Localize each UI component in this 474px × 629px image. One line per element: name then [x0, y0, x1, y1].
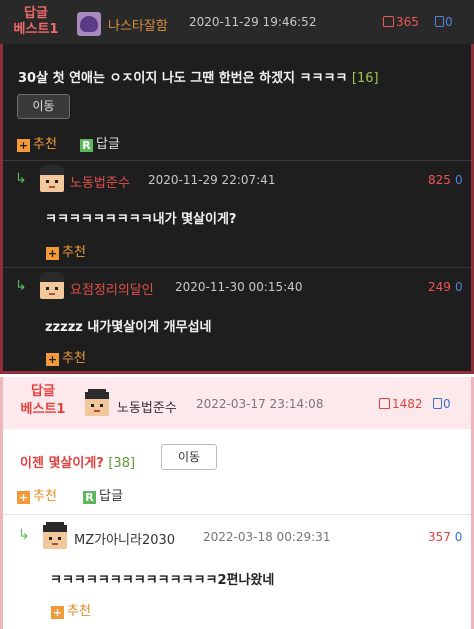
reply-label: 답글	[99, 489, 123, 504]
recommend-label: 추천	[33, 489, 57, 504]
dark-post-screenshot: 답글 베스트1 나스타잘함 2020-11-29 19:46:52 365 0 …	[0, 0, 474, 374]
thumbs-up-icon	[379, 398, 390, 409]
comment-score: 249	[428, 280, 451, 294]
comment-score: 825	[428, 173, 451, 187]
comment-text: ㅋㅋㅋㅋㅋㅋㅋㅋㅋ내가 몇살이게?	[45, 212, 237, 227]
divider	[3, 514, 471, 515]
upvote-value: 365	[396, 15, 419, 29]
post-title-text: 30살 첫 연애는 ㅇㅈ이지 나도 그땐 한번은 하겠지 ㅋㅋㅋㅋ	[18, 71, 348, 86]
recommend-plus-icon: +	[46, 353, 59, 366]
pixel-face-avatar-icon[interactable]	[40, 165, 64, 192]
best-border-bottom	[0, 371, 474, 374]
thumbs-up-icon	[383, 16, 394, 27]
recommend-plus-icon: +	[51, 606, 64, 619]
post-author[interactable]: 노동법준수	[117, 397, 177, 416]
best-reply-badge: 답글 베스트1	[13, 383, 73, 419]
reply-arrow-icon: ↳	[15, 278, 27, 294]
comment-text: zzzzz 내가몇살이게 개무섭네	[45, 320, 212, 335]
recommend-label: 추천	[62, 351, 86, 366]
downvote-value: 0	[445, 15, 453, 29]
best-badge-line1: 답글	[24, 6, 48, 21]
divider	[3, 160, 471, 161]
recommend-label: 추천	[33, 137, 57, 152]
best-badge-line2: 베스트1	[13, 22, 59, 37]
recommend-plus-icon: +	[46, 247, 59, 260]
downvote-value: 0	[443, 397, 451, 411]
reply-button[interactable]: R 답글	[83, 485, 123, 504]
recommend-label: 추천	[62, 245, 86, 260]
pixel-face-avatar-icon[interactable]	[85, 389, 109, 416]
post-title: 이젠 몇살이게? [38]	[20, 452, 135, 471]
comment-down: 0	[455, 280, 463, 294]
post-title-text: 이젠 몇살이게?	[20, 456, 104, 471]
pixel-face-avatar-icon[interactable]	[40, 272, 64, 299]
comment-count[interactable]: [16]	[352, 71, 379, 86]
comment-author[interactable]: 요점정리의달인	[70, 279, 154, 298]
post-date: 2020-11-29 19:46:52	[189, 15, 317, 29]
comment-recommend-button[interactable]: + 추천	[51, 600, 91, 619]
pixel-face-avatar-icon[interactable]	[43, 522, 67, 549]
upvote-count[interactable]: 1482	[379, 397, 423, 411]
comment-score-value: 357	[428, 530, 451, 544]
comment-down: 0	[455, 173, 463, 187]
best-reply-badge: 답글 베스트1	[10, 6, 62, 38]
comment-author[interactable]: 노동법준수	[70, 172, 130, 191]
comment-date: 2020-11-29 22:07:41	[148, 173, 276, 187]
comment-text: ㅋㅋㅋㅋㅋㅋㅋㅋㅋㅋㅋㅋㅋㅋ2편나왔네	[50, 573, 275, 588]
reply-label: 답글	[96, 137, 120, 152]
best-border-left	[0, 44, 3, 374]
best-badge-line2: 베스트1	[20, 402, 66, 417]
comment-count[interactable]: [38]	[108, 456, 135, 471]
comment-date: 2020-11-30 00:15:40	[175, 280, 303, 294]
reply-r-icon: R	[83, 491, 96, 504]
divider	[3, 267, 471, 268]
comment-recommend-button[interactable]: + 추천	[46, 241, 86, 260]
reply-button[interactable]: R 답글	[80, 133, 120, 152]
recommend-button[interactable]: + 추천	[17, 485, 57, 504]
post-header: 답글 베스트1 나스타잘함 2020-11-29 19:46:52 365 0	[0, 0, 474, 44]
upvote-count[interactable]: 365	[383, 15, 419, 29]
recommend-plus-icon: +	[17, 491, 30, 504]
reply-arrow-icon: ↳	[15, 171, 27, 187]
recommend-label: 추천	[67, 604, 91, 619]
comment-date: 2022-03-18 00:29:31	[203, 530, 331, 544]
comment-author[interactable]: MZ가아니라2030	[74, 529, 175, 548]
recommend-button[interactable]: + 추천	[17, 133, 57, 152]
post-author[interactable]: 나스타잘함	[108, 15, 168, 34]
comment-down-value: 0	[454, 530, 463, 544]
upvote-value: 1482	[392, 397, 423, 411]
comment-recommend-button[interactable]: + 추천	[46, 347, 86, 366]
thumbs-down-icon	[435, 16, 444, 27]
move-button[interactable]: 이동	[17, 94, 70, 119]
reply-r-icon: R	[80, 139, 93, 152]
post-title: 30살 첫 연애는 ㅇㅈ이지 나도 그땐 한번은 하겠지 ㅋㅋㅋㅋ [16]	[18, 67, 379, 86]
thumbs-down-icon	[433, 398, 442, 409]
downvote-count[interactable]: 0	[435, 15, 453, 29]
light-post-screenshot: 답글 베스트1 노동법준수 2022-03-17 23:14:08 1482 0…	[0, 377, 474, 629]
recommend-plus-icon: +	[17, 139, 30, 152]
purple-blob-avatar-icon[interactable]	[77, 12, 101, 36]
best-badge-line1: 답글	[31, 384, 55, 399]
downvote-count[interactable]: 0	[433, 397, 451, 411]
move-button[interactable]: 이동	[161, 444, 217, 470]
post-header: 답글 베스트1 노동법준수 2022-03-17 23:14:08 1482 0	[3, 377, 471, 429]
comment-score: 357 0	[428, 530, 462, 544]
reply-arrow-icon: ↳	[18, 527, 30, 543]
post-date: 2022-03-17 23:14:08	[196, 397, 324, 411]
